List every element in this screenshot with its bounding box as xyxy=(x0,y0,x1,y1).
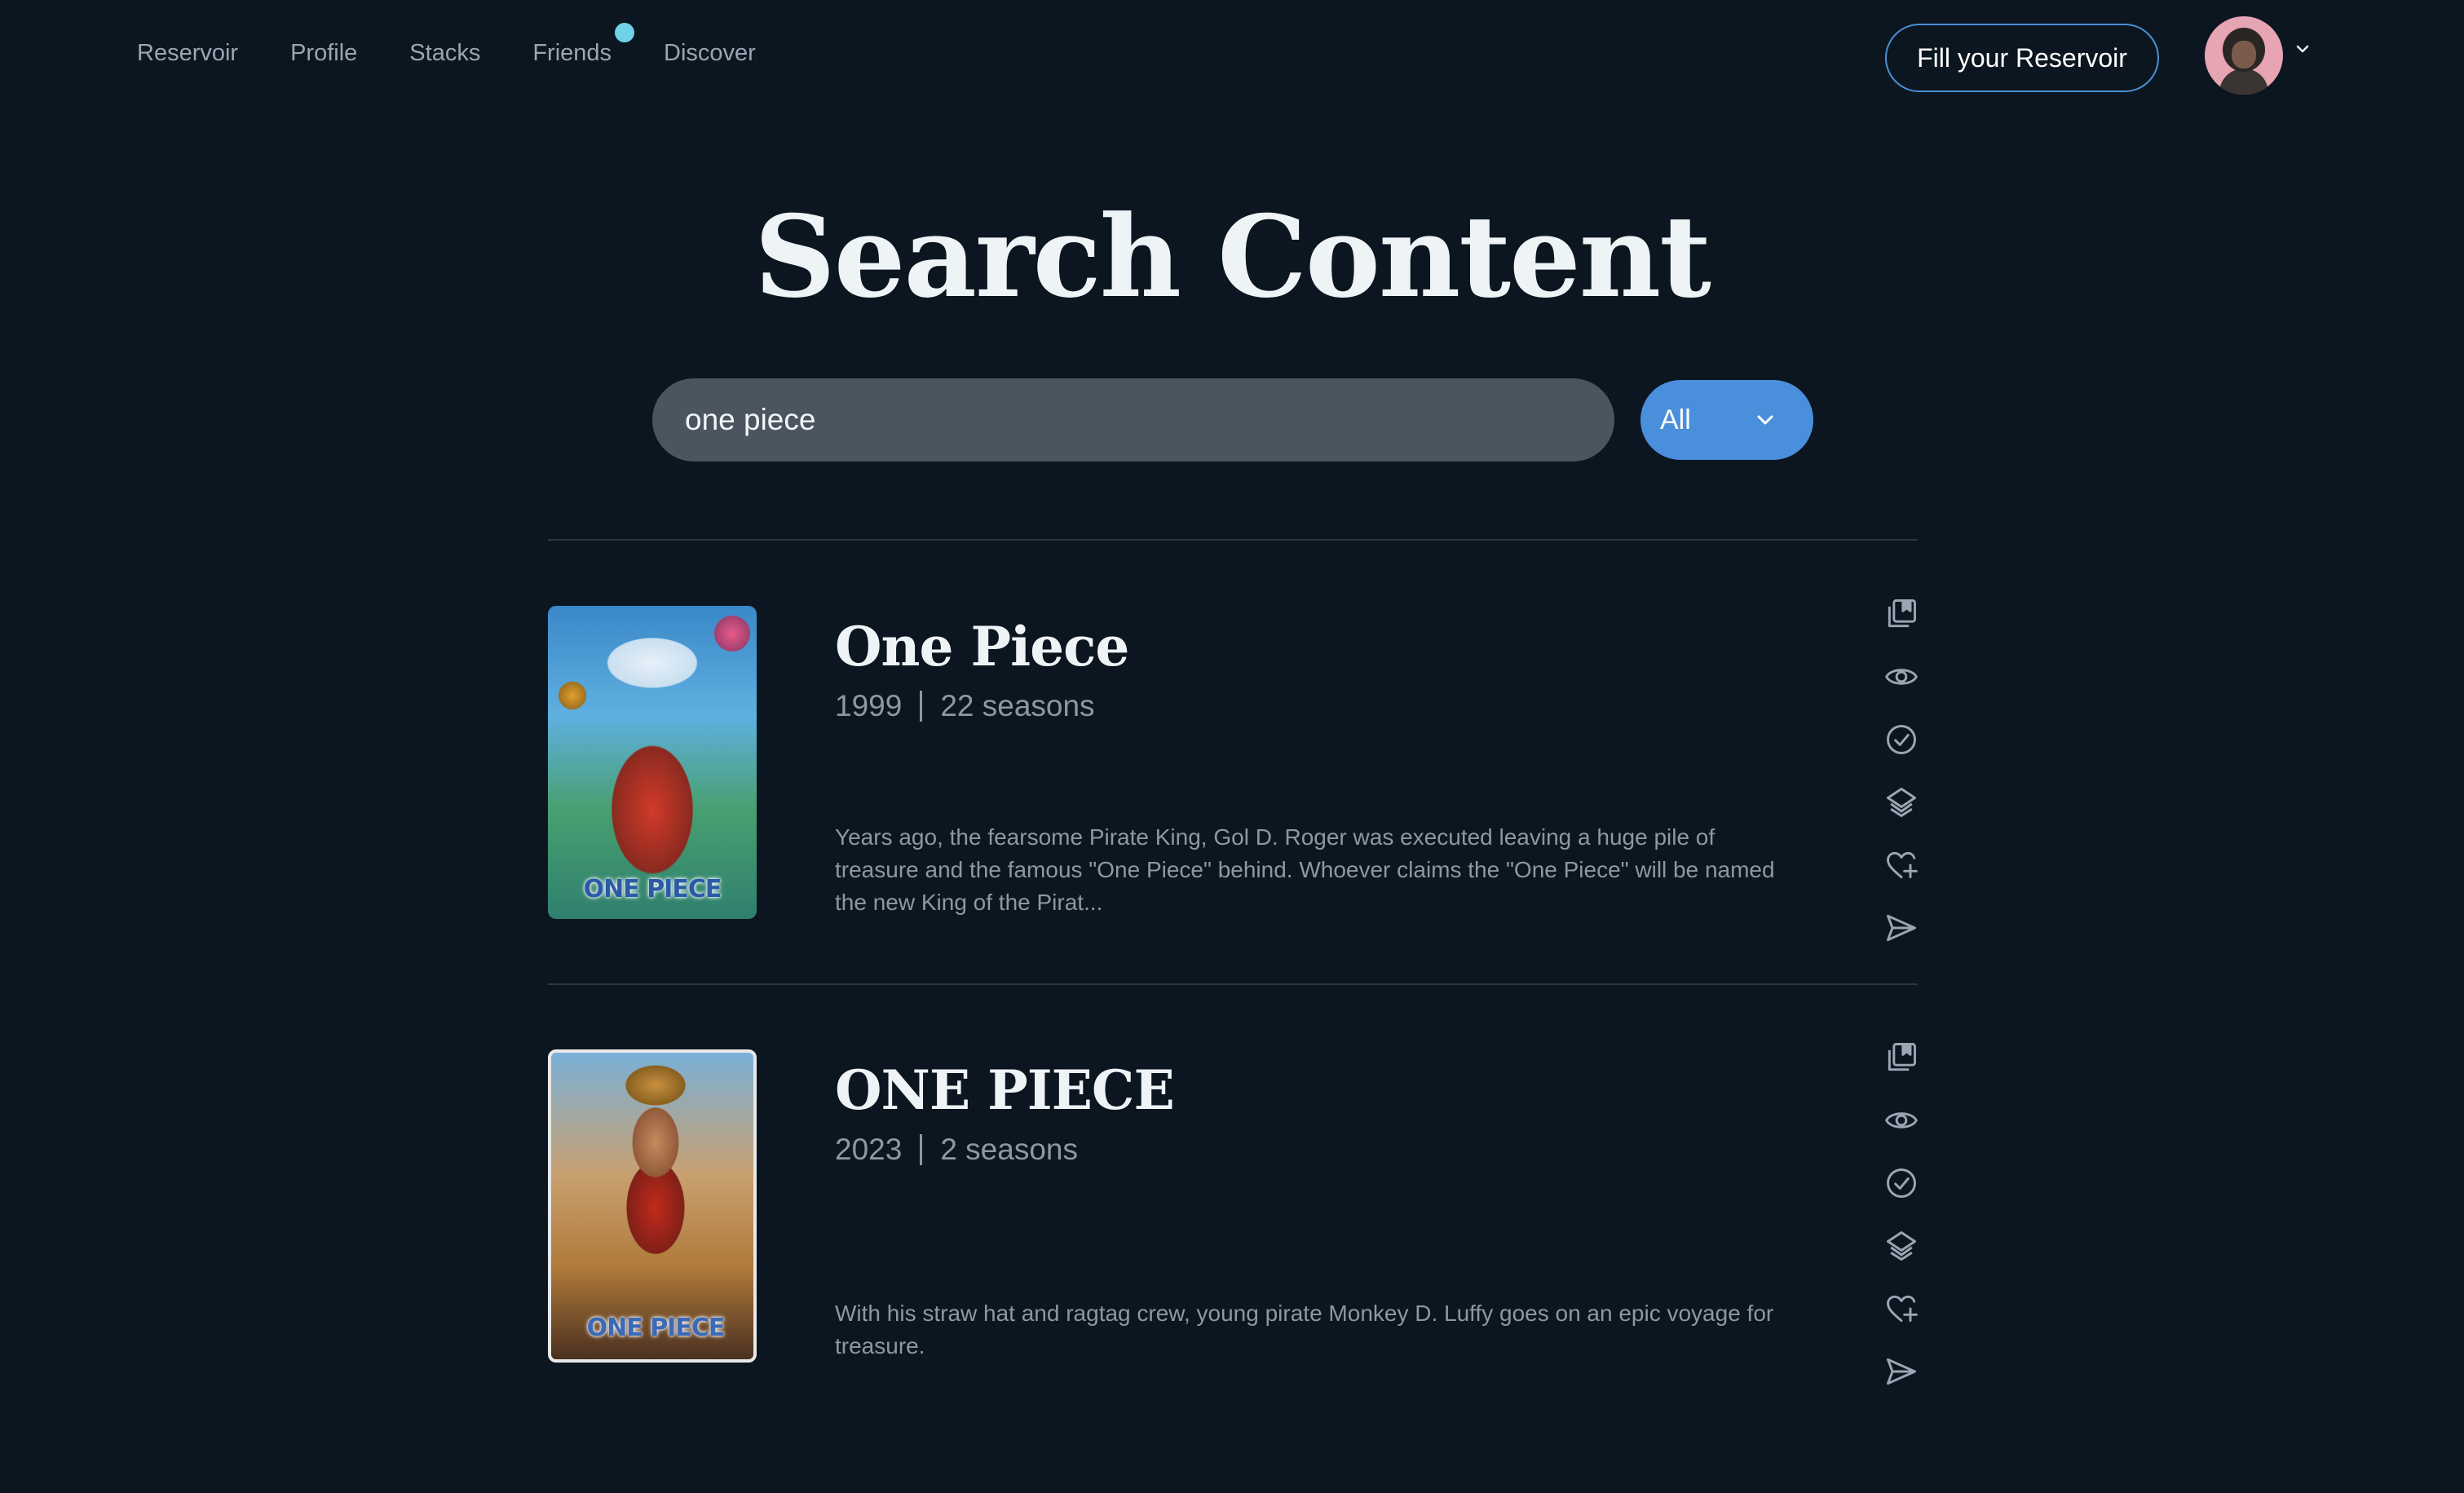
avatar-face xyxy=(2232,41,2256,68)
poster-image[interactable]: ONE PIECE xyxy=(548,606,757,919)
check-circle-icon[interactable] xyxy=(1879,1160,1924,1206)
result-title[interactable]: One Piece xyxy=(835,612,1129,681)
search-box xyxy=(652,378,1614,462)
nav-link-discover[interactable]: Discover xyxy=(664,36,756,70)
eye-icon[interactable] xyxy=(1879,1098,1924,1143)
bookmark-stack-icon[interactable] xyxy=(1879,591,1924,637)
avatar[interactable] xyxy=(2205,16,2283,95)
nav-links: Reservoir Profile Stacks Friends Discove… xyxy=(137,23,808,70)
action-column xyxy=(1879,591,1924,968)
page-title: Search Content xyxy=(754,190,1711,323)
layers-icon[interactable] xyxy=(1879,780,1924,825)
avatar-body xyxy=(2219,68,2268,95)
result-meta: 1999 22 seasons xyxy=(835,686,1095,727)
search-result: ONE PIECE ONE PIECE 2023 2 seasons With … xyxy=(548,1043,1918,1493)
result-description: Years ago, the fearsome Pirate King, Gol… xyxy=(835,824,1775,915)
poster-image[interactable]: ONE PIECE xyxy=(548,1049,757,1363)
result-year: 2023 xyxy=(835,1133,903,1166)
send-icon[interactable] xyxy=(1879,905,1924,951)
result-title[interactable]: ONE PIECE xyxy=(835,1056,1175,1124)
nav-link-reservoir[interactable]: Reservoir xyxy=(137,36,238,70)
search-input[interactable] xyxy=(685,403,1614,437)
layers-icon[interactable] xyxy=(1879,1223,1924,1269)
eye-icon[interactable] xyxy=(1879,654,1924,700)
divider xyxy=(548,539,1918,541)
nav-link-profile[interactable]: Profile xyxy=(290,36,357,70)
meta-separator xyxy=(920,1134,923,1165)
meta-separator xyxy=(920,691,923,722)
send-icon[interactable] xyxy=(1879,1349,1924,1394)
chevron-down-icon xyxy=(1757,415,1773,425)
result-year: 1999 xyxy=(835,689,903,722)
result-description: With his straw hat and ragtag crew, youn… xyxy=(835,1301,1774,1358)
divider xyxy=(548,983,1918,985)
nav-link-friends[interactable]: Friends xyxy=(532,23,635,70)
notification-dot xyxy=(615,23,635,42)
heart-plus-icon[interactable] xyxy=(1879,1286,1924,1332)
result-seasons: 2 seasons xyxy=(940,1133,1078,1166)
action-column xyxy=(1879,1035,1924,1411)
nav-link-stacks[interactable]: Stacks xyxy=(409,36,480,70)
result-seasons: 22 seasons xyxy=(940,689,1095,722)
filter-select[interactable]: All xyxy=(1640,380,1813,460)
check-circle-icon[interactable] xyxy=(1879,717,1924,762)
fill-reservoir-button[interactable]: Fill your Reservoir xyxy=(1885,24,2159,92)
chevron-down-icon[interactable] xyxy=(2294,41,2311,57)
nav-link-friends-label: Friends xyxy=(532,40,612,66)
bookmark-stack-icon[interactable] xyxy=(1879,1035,1924,1080)
top-nav: Reservoir Profile Stacks Friends Discove… xyxy=(0,0,2464,114)
heart-plus-icon[interactable] xyxy=(1879,842,1924,888)
poster-logo: ONE PIECE xyxy=(583,875,722,903)
result-meta: 2023 2 seasons xyxy=(835,1129,1078,1170)
filter-select-value: All xyxy=(1660,404,1691,435)
poster-logo: ONE PIECE xyxy=(586,1314,726,1342)
